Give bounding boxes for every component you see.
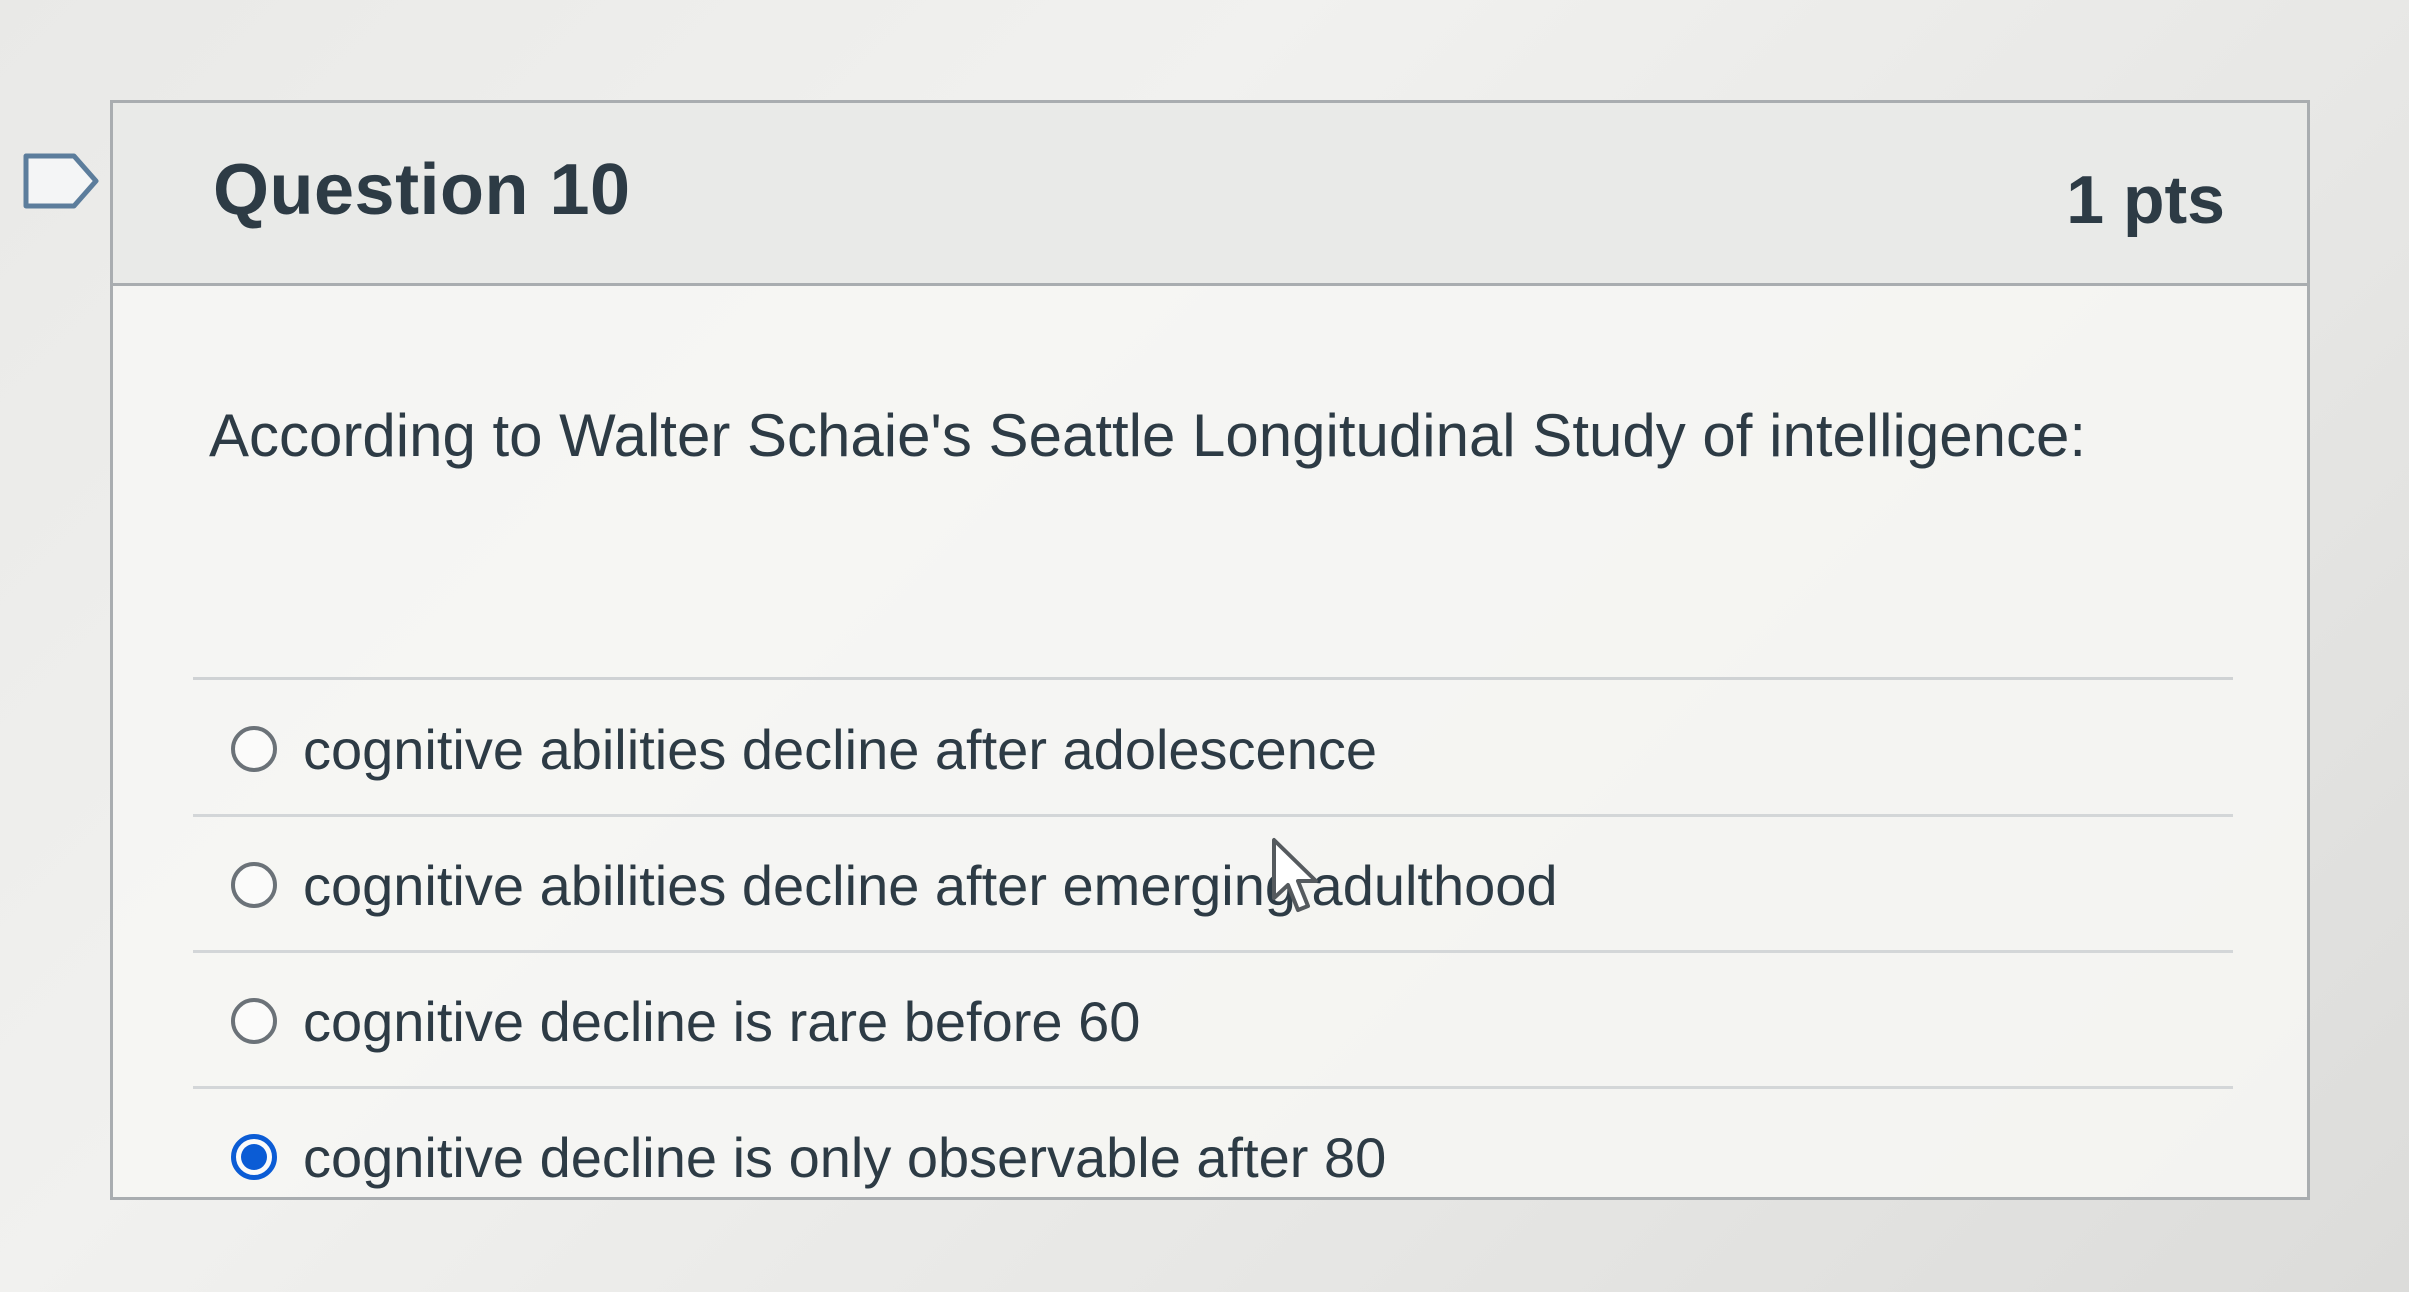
answer-label: cognitive abilities decline after adoles… <box>303 717 1377 781</box>
answer-label: cognitive abilities decline after emergi… <box>303 853 1558 917</box>
answer-label: cognitive decline is rare before 60 <box>303 989 1141 1053</box>
question-title: Question 10 <box>213 150 631 230</box>
answer-divider <box>193 677 2233 680</box>
question-card: Question 10 1 pts According to Walter Sc… <box>110 100 2310 1200</box>
flag-question-icon[interactable] <box>22 152 100 210</box>
answer-option-2[interactable]: cognitive abilities decline after emergi… <box>193 817 2233 953</box>
radio-button[interactable] <box>231 726 277 772</box>
answer-option-4[interactable]: cognitive decline is only observable aft… <box>193 1089 2233 1225</box>
radio-button[interactable] <box>231 862 277 908</box>
radio-button[interactable] <box>231 998 277 1044</box>
radio-button-selected[interactable] <box>231 1134 277 1180</box>
answer-option-1[interactable]: cognitive abilities decline after adoles… <box>193 681 2233 817</box>
answer-option-3[interactable]: cognitive decline is rare before 60 <box>193 953 2233 1089</box>
mouse-cursor-icon <box>1272 838 1318 912</box>
question-points: 1 pts <box>2066 162 2225 238</box>
question-text: According to Walter Schaie's Seattle Lon… <box>209 402 2086 469</box>
answer-label: cognitive decline is only observable aft… <box>303 1125 1387 1189</box>
question-header: Question 10 1 pts <box>113 103 2307 286</box>
